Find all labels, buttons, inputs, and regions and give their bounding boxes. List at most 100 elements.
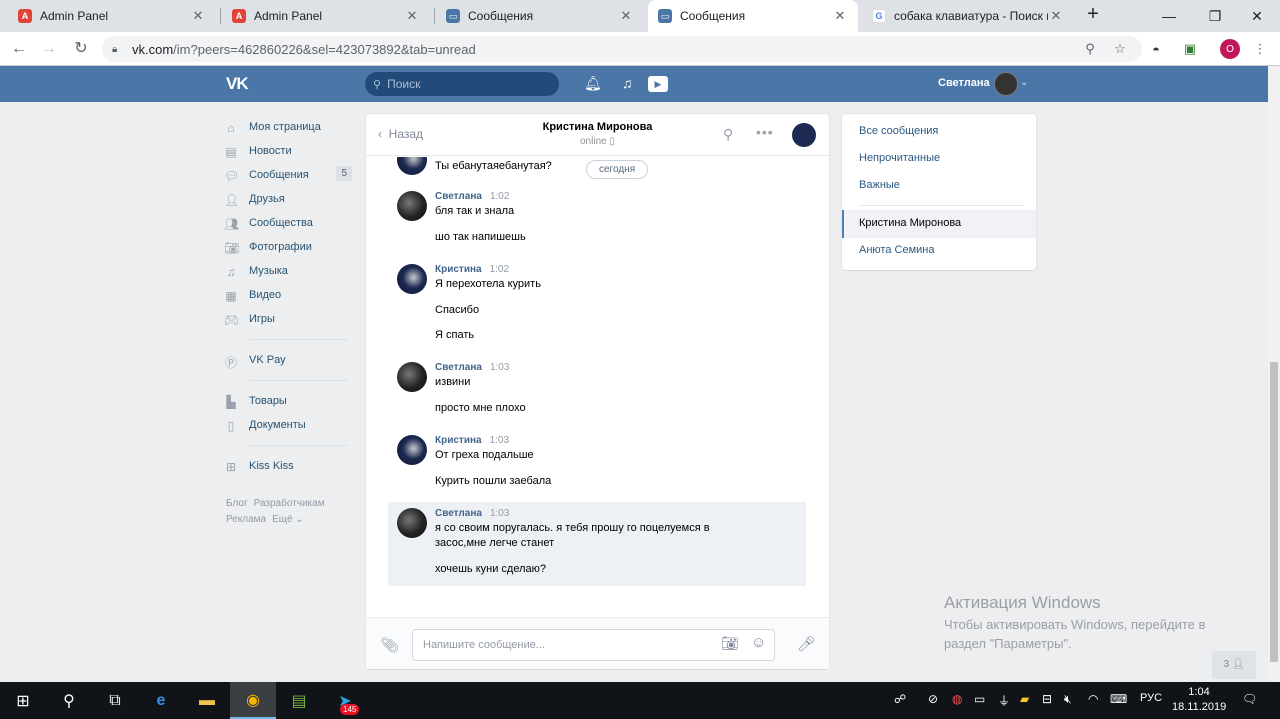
wifi-icon[interactable]: ◠	[1088, 692, 1098, 706]
bell-icon[interactable]: 🔔︎	[584, 75, 602, 92]
conversation-item-active[interactable]: Кристина Миронова	[842, 210, 1036, 238]
tray-usb-icon[interactable]: ⏚	[998, 692, 1010, 709]
sidebar-item-news[interactable]: ▤ Новости	[224, 139, 356, 163]
avatar[interactable]	[397, 362, 427, 392]
tab-messages-1[interactable]: ▭ Сообщения ✕	[436, 0, 644, 32]
footer-link-dev[interactable]: Разработчикам	[254, 498, 325, 509]
tab-admin-panel-2[interactable]: A Admin Panel ✕	[222, 0, 430, 32]
avatar[interactable]	[994, 72, 1018, 96]
bookmark-star-icon[interactable]: ☆	[1110, 39, 1130, 59]
close-icon[interactable]: ✕	[404, 8, 420, 24]
filter-all-messages[interactable]: Все сообщения	[859, 125, 938, 137]
play-icon[interactable]: ▶	[648, 76, 668, 92]
system-clock[interactable]: 1:04 18.11.2019	[1172, 685, 1226, 715]
page-scrollbar[interactable]	[1268, 66, 1280, 682]
groups-icon: 👥︎	[224, 217, 240, 231]
avatar[interactable]	[397, 191, 427, 221]
search-input[interactable]: ⚲ Поиск	[365, 72, 559, 96]
footer-link-more[interactable]: Ещё ⌄	[272, 514, 304, 525]
tab-admin-panel-1[interactable]: A Admin Panel ✕	[8, 0, 216, 32]
avatar[interactable]	[397, 435, 427, 465]
message-author[interactable]: Светлана 1:03	[435, 362, 509, 373]
close-icon[interactable]: ✕	[190, 8, 206, 24]
address-bar[interactable]: 🔒︎ vk.com /im?peers=462860226&sel=423073…	[102, 36, 1142, 62]
footer-link-blog[interactable]: Блог	[226, 498, 248, 509]
music-icon[interactable]: ♫	[622, 75, 633, 91]
avatar[interactable]	[397, 508, 427, 538]
sidebar-item-kiss-kiss[interactable]: ⊞ Kiss Kiss	[224, 454, 356, 478]
close-icon[interactable]: ✕	[832, 8, 848, 24]
keyboard-icon[interactable]: ⌨	[1110, 692, 1127, 706]
user-name[interactable]: Светлана	[938, 77, 990, 89]
avatar[interactable]	[397, 157, 427, 175]
paperclip-icon[interactable]: 📎︎	[380, 636, 399, 654]
sidebar-item-vkpay[interactable]: Ⓟ VK Pay	[224, 348, 356, 372]
sidebar-item-goods[interactable]: ▙ Товары	[224, 389, 356, 413]
sidebar-item-photos[interactable]: 📷︎ Фотографии	[224, 235, 356, 259]
camera-icon[interactable]: 📷︎	[721, 635, 739, 652]
camera-icon: 📷︎	[224, 241, 240, 255]
smile-icon[interactable]: ☺	[751, 634, 766, 651]
task-view-icon[interactable]: ⧉	[92, 682, 138, 719]
reload-icon[interactable]: ↻	[70, 38, 92, 60]
incognito-extension-icon[interactable]: ◓	[1146, 39, 1166, 59]
zoom-icon[interactable]: ⚲	[1080, 39, 1100, 59]
people-tray-icon[interactable]: ☍	[894, 692, 906, 706]
volume-muted-icon[interactable]: 🔇︎	[1064, 692, 1072, 707]
menu-dots-icon[interactable]: ⋮	[1250, 39, 1270, 59]
message-history: Ты ебанутаяебанутая? сегодня Светлана 1:0…	[366, 157, 829, 617]
close-icon[interactable]: ✕	[1048, 8, 1064, 24]
search-icon: ⚲	[373, 78, 382, 91]
tray-folder-icon[interactable]: ▰	[1020, 692, 1029, 706]
file-explorer-icon[interactable]: ▬	[184, 682, 230, 719]
date-badge: сегодня	[586, 160, 649, 179]
language-indicator[interactable]: РУС	[1140, 692, 1162, 704]
extension-icon[interactable]: ▣	[1180, 39, 1200, 59]
profile-avatar[interactable]: О	[1220, 39, 1240, 59]
minimize-button[interactable]: —	[1146, 0, 1192, 32]
notifications-icon[interactable]: 🗨︎	[1242, 692, 1257, 706]
sidebar-item-messages[interactable]: 💬︎ Сообщения 5	[224, 163, 356, 187]
more-dots-icon[interactable]: •••	[756, 124, 774, 140]
tab-messages-2[interactable]: ▭ Сообщения ✕	[648, 0, 858, 32]
message-author[interactable]: Кристина 1:03	[435, 435, 509, 446]
back-arrow-icon[interactable]: ←	[8, 38, 30, 60]
people-button[interactable]: 3 👤︎	[1212, 651, 1256, 679]
message-author[interactable]: Кристина 1:02	[435, 264, 509, 275]
sidebar-item-games[interactable]: 🎮︎ Игры	[224, 307, 356, 331]
avatar[interactable]	[397, 264, 427, 294]
chrome-icon[interactable]: ◉	[230, 682, 276, 719]
close-window-button[interactable]: ✕	[1234, 0, 1280, 32]
message-author[interactable]: Светлана 1:03	[435, 508, 509, 519]
search-icon[interactable]: ⚲	[723, 126, 733, 143]
sidebar-item-music[interactable]: ♫ Музыка	[224, 259, 356, 283]
microphone-icon[interactable]: 🎤︎	[797, 635, 816, 653]
new-tab-button[interactable]: +	[1082, 4, 1104, 26]
close-icon[interactable]: ✕	[618, 8, 634, 24]
tray-device-icon[interactable]: ▭	[974, 692, 985, 706]
windows-start-icon[interactable]: ⊞	[0, 682, 46, 719]
tab-google-search[interactable]: G собака клавиатура - Поиск в ✕	[862, 0, 1074, 32]
filter-important[interactable]: Важные	[859, 179, 900, 191]
filter-unread[interactable]: Непрочитанные	[859, 152, 940, 164]
chevron-down-icon[interactable]: ⌄	[1020, 77, 1028, 88]
tray-chrome-icon[interactable]: ◍	[952, 692, 962, 706]
sidebar-item-video[interactable]: ▦ Видео	[224, 283, 356, 307]
message-author[interactable]: Светлана 1:02	[435, 191, 509, 202]
sidebar-item-groups[interactable]: 👥︎ Сообщества	[224, 211, 356, 235]
edge-icon[interactable]: e	[138, 682, 184, 719]
notepad-icon[interactable]: ▤	[276, 682, 322, 719]
activation-watermark-text: Чтобы активировать Windows, перейдите в …	[944, 617, 1206, 651]
search-icon[interactable]: ⚲	[46, 682, 92, 719]
conversation-item[interactable]: Анюта Семина	[859, 244, 934, 256]
network-icon[interactable]: ⊟	[1042, 692, 1052, 706]
tray-app-icon[interactable]: ⊘	[928, 692, 938, 706]
sidebar-item-friends[interactable]: 👤︎ Друзья	[224, 187, 356, 211]
sidebar-item-my-page[interactable]: ⌂ Моя страница	[224, 115, 356, 139]
forward-arrow-icon[interactable]: →	[38, 38, 60, 60]
restore-button[interactable]: ❐	[1192, 0, 1238, 32]
chat-avatar[interactable]	[792, 123, 816, 147]
vk-logo[interactable]: VK	[226, 74, 249, 94]
sidebar-item-documents[interactable]: ▯ Документы	[224, 413, 356, 437]
footer-link-ads[interactable]: Реклама	[226, 514, 266, 525]
